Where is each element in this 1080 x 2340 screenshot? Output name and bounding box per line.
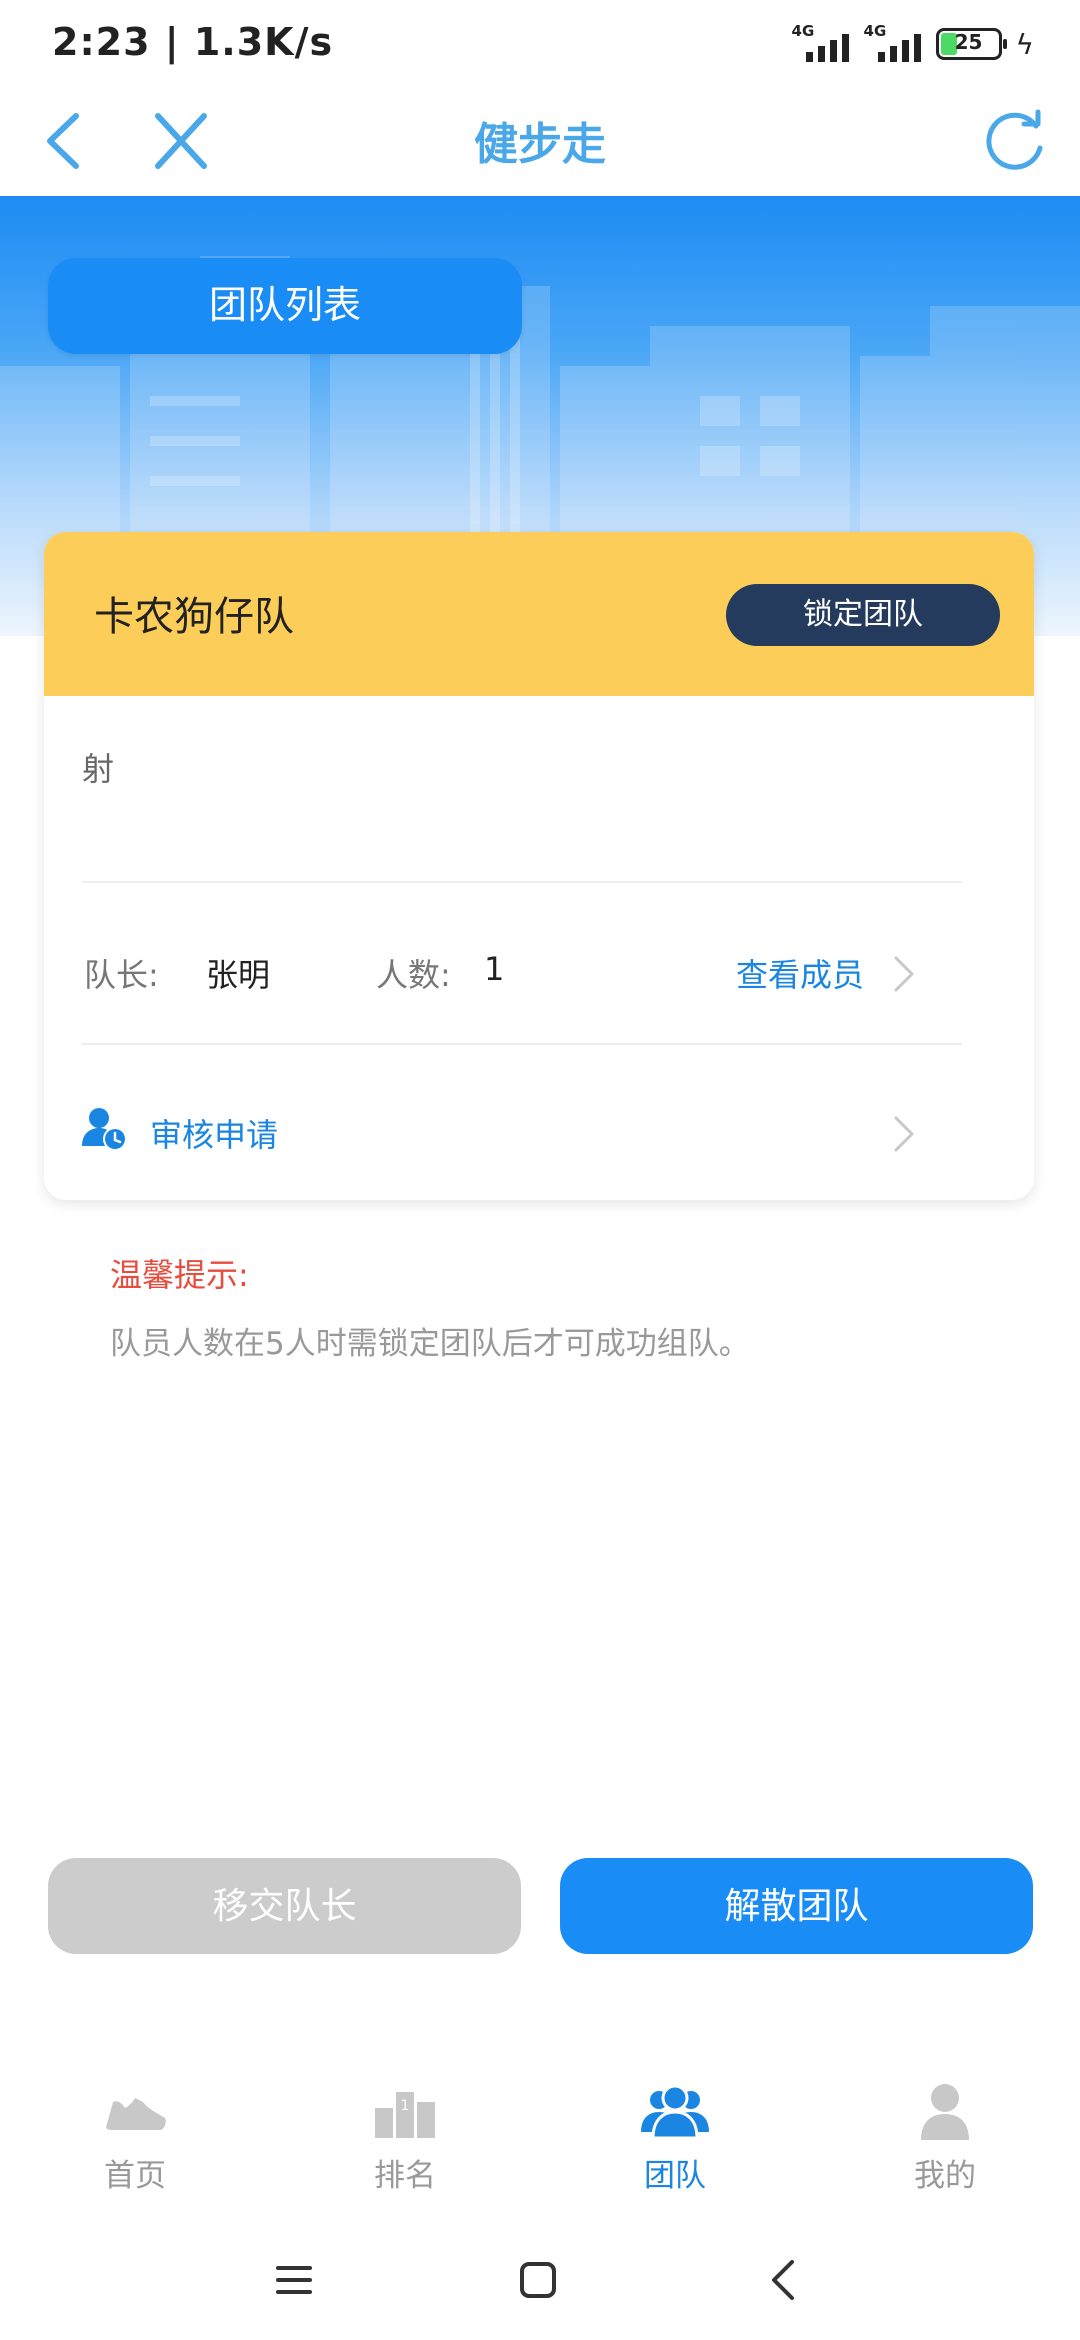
user-clock-icon [82,1108,127,1151]
team-info-row: 队长: 张明 人数: 1 查看成员 [44,950,1034,1010]
battery-icon: 25 [935,28,1007,60]
status-bar: 2:23 | 1.3K/s 4G 4G 25 ϟ [0,0,1080,86]
divider [82,1043,962,1045]
podium-icon: 1 [375,2092,435,2138]
divider [82,881,962,883]
battery-level: 25 [954,30,983,54]
status-icons: 4G 4G 25 ϟ [792,22,1034,66]
back-nav-icon[interactable] [754,2250,814,2310]
team-icon [641,2084,709,2140]
tab-ranking[interactable]: 1 排名 [305,2080,505,2210]
review-applications-row[interactable]: 审核申请 [44,1108,1034,1170]
lock-team-button[interactable]: 锁定团队 [726,584,1000,646]
view-members-link[interactable]: 查看成员 [736,950,864,996]
user-icon [921,2084,969,2140]
tab-label: 排名 [374,2158,436,2194]
tab-label: 首页 [104,2158,166,2194]
tab-team[interactable]: 团队 [575,2080,775,2210]
chevron-right-icon[interactable] [892,954,916,994]
signal-icon: 4G [864,22,922,62]
team-list-button[interactable]: 团队列表 [48,258,522,354]
system-navigation-bar [0,2220,1080,2340]
team-name: 卡农狗仔队 [94,594,294,640]
page-title: 健步走 [474,119,606,170]
bottom-tab-bar: 首页 1 排名 团队 我的 [0,2060,1080,2210]
home-icon[interactable] [508,2250,568,2310]
team-slogan: 射 [82,750,115,788]
svg-text:1: 1 [401,2098,410,2114]
leader-label: 队长: [84,956,159,994]
member-count-label: 人数: [376,956,451,994]
refresh-icon[interactable] [978,106,1050,178]
tab-home[interactable]: 首页 [35,2080,235,2210]
leader-value: 张明 [206,956,271,994]
chevron-right-icon[interactable] [892,1114,916,1154]
menu-icon[interactable] [264,2250,324,2310]
team-card: 卡农狗仔队 锁定团队 射 队长: 张明 人数: 1 查看成员 审核申请 [44,532,1034,1200]
member-count-value: 1 [484,950,505,988]
shoe-icon [106,2098,166,2130]
transfer-leader-button[interactable]: 移交队长 [48,1858,521,1954]
team-card-header: 卡农狗仔队 锁定团队 [44,532,1034,696]
review-applications-label: 审核申请 [150,1116,279,1154]
tip-text: 队员人数在5人时需锁定团队后才可成功组队。 [110,1326,750,1362]
tip-title: 温馨提示: [110,1256,249,1294]
tab-label: 团队 [644,2158,706,2194]
tab-label: 我的 [914,2158,976,2194]
charging-icon: ϟ [1015,27,1034,61]
tab-mine[interactable]: 我的 [845,2080,1045,2210]
dissolve-team-button[interactable]: 解散团队 [560,1858,1033,1954]
signal-icon: 4G [792,22,850,62]
status-time: 2:23 | 1.3K/s [52,20,334,64]
navigation-bar: 健步走 [0,86,1080,196]
